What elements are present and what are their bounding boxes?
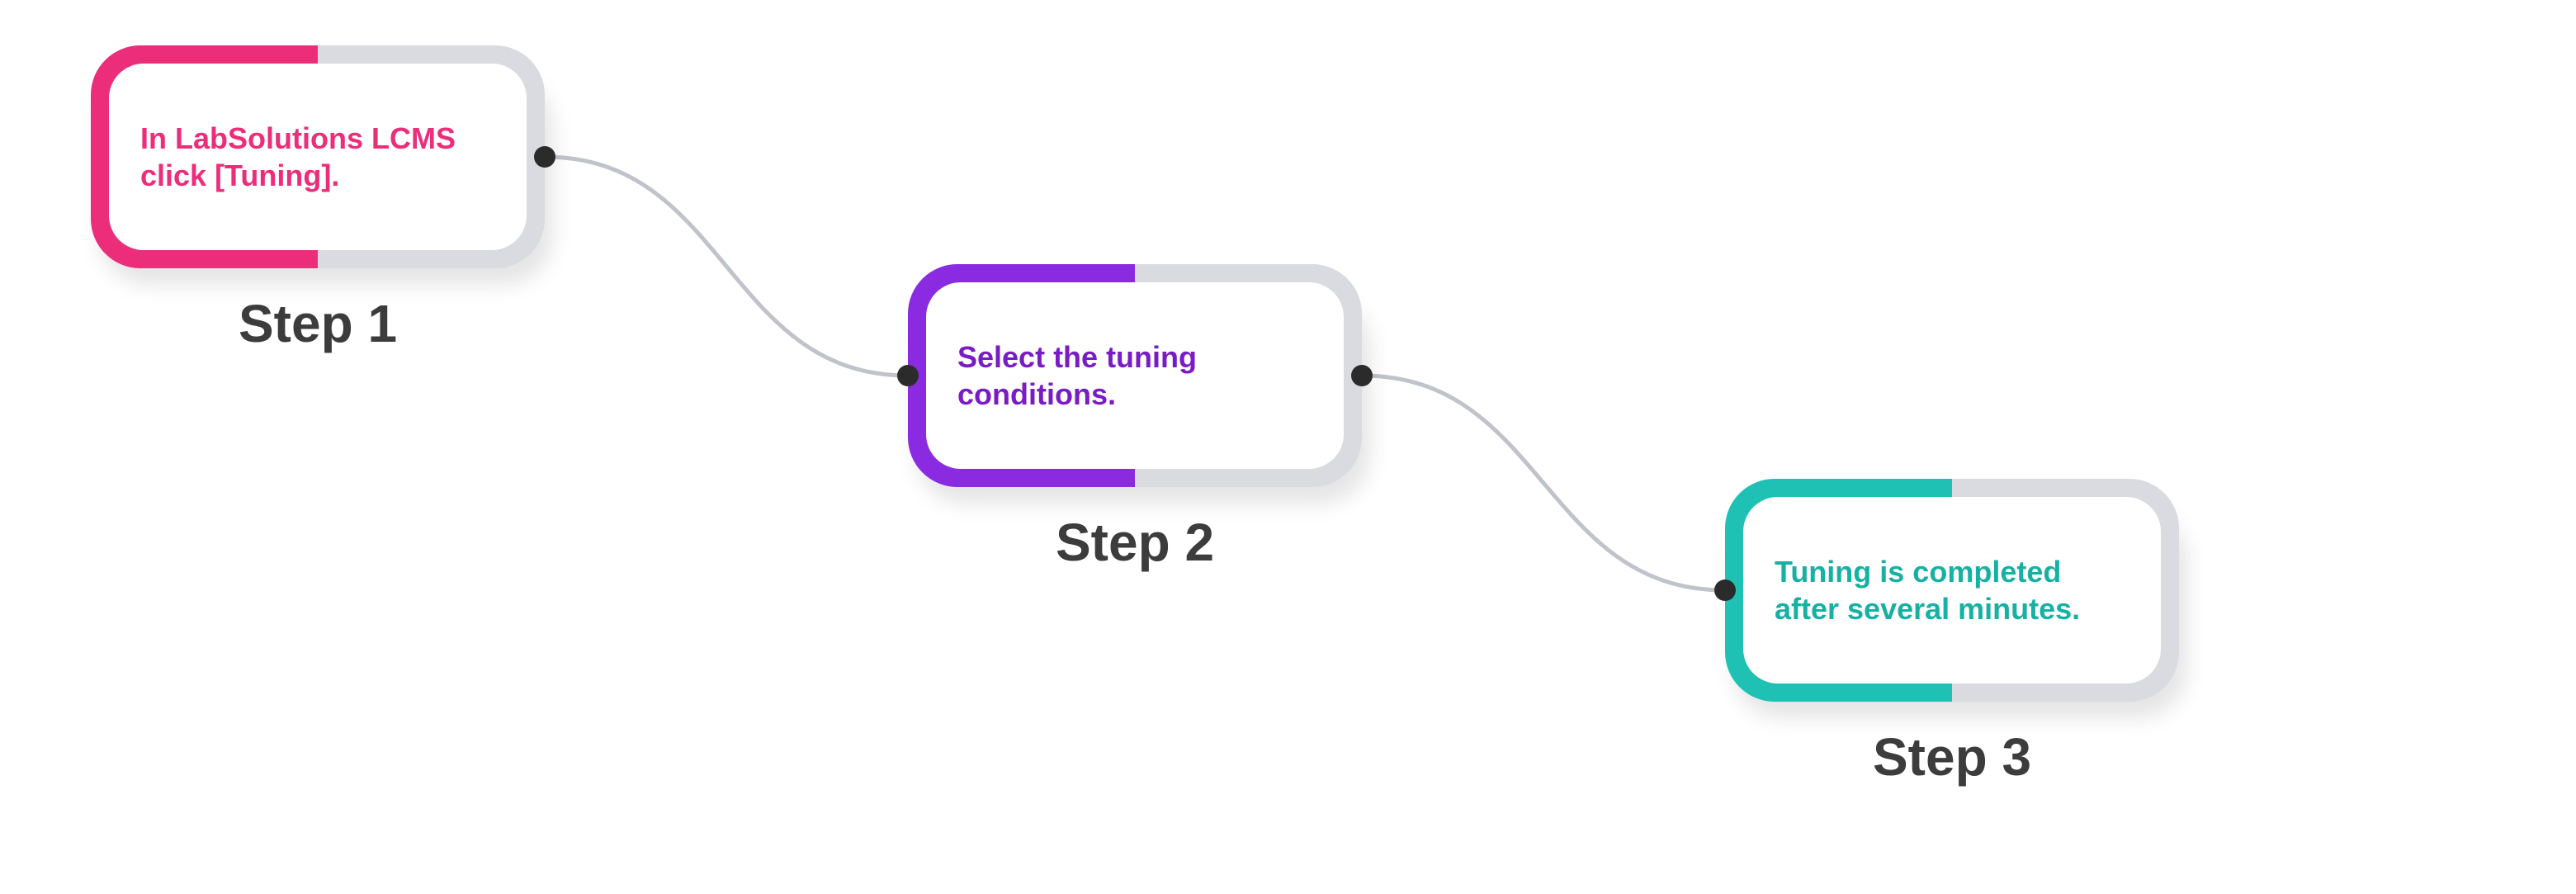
step-card: Select the tuning conditions. <box>908 264 1362 487</box>
card-text: Tuning is completed after several minute… <box>1775 553 2129 627</box>
card-text: In LabSolutions LCMS click [Tuning]. <box>140 120 495 194</box>
step-card: In LabSolutions LCMS click [Tuning]. <box>91 45 545 268</box>
connector-line <box>1362 376 1725 590</box>
connector-dot <box>897 365 919 386</box>
card-text: Select the tuning conditions. <box>957 338 1312 413</box>
card-inner: In LabSolutions LCMS click [Tuning]. <box>109 64 527 250</box>
diagram-stage: In LabSolutions LCMS click [Tuning]. Step… <box>0 0 2576 894</box>
step-card: Tuning is completed after several minute… <box>1725 479 2179 702</box>
step-2: Select the tuning conditions. Step 2 <box>908 264 1362 573</box>
connector-dot <box>1714 579 1736 601</box>
step-label: Step 2 <box>1056 512 1214 573</box>
step-label: Step 3 <box>1873 726 2031 788</box>
card-border: Select the tuning conditions. <box>908 264 1362 487</box>
card-border: In LabSolutions LCMS click [Tuning]. <box>91 45 545 268</box>
step-1: In LabSolutions LCMS click [Tuning]. Step… <box>91 45 545 354</box>
connector-dot <box>534 146 555 168</box>
card-inner: Tuning is completed after several minute… <box>1743 497 2161 684</box>
card-inner: Select the tuning conditions. <box>926 282 1344 469</box>
connector-line <box>545 157 908 376</box>
step-label: Step 1 <box>239 293 397 354</box>
card-border: Tuning is completed after several minute… <box>1725 479 2179 702</box>
connector-dot <box>1351 365 1373 386</box>
step-3: Tuning is completed after several minute… <box>1725 479 2179 788</box>
